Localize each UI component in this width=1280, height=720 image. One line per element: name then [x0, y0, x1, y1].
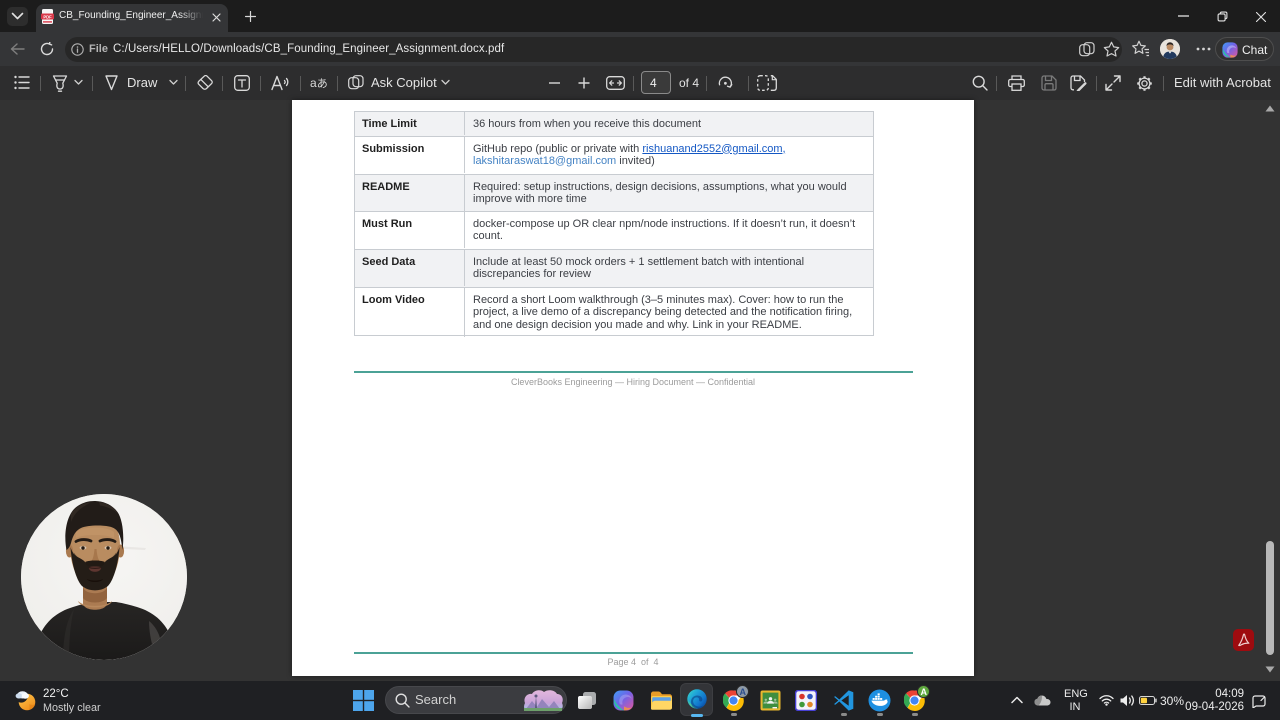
svg-text:PDF: PDF — [43, 14, 52, 19]
